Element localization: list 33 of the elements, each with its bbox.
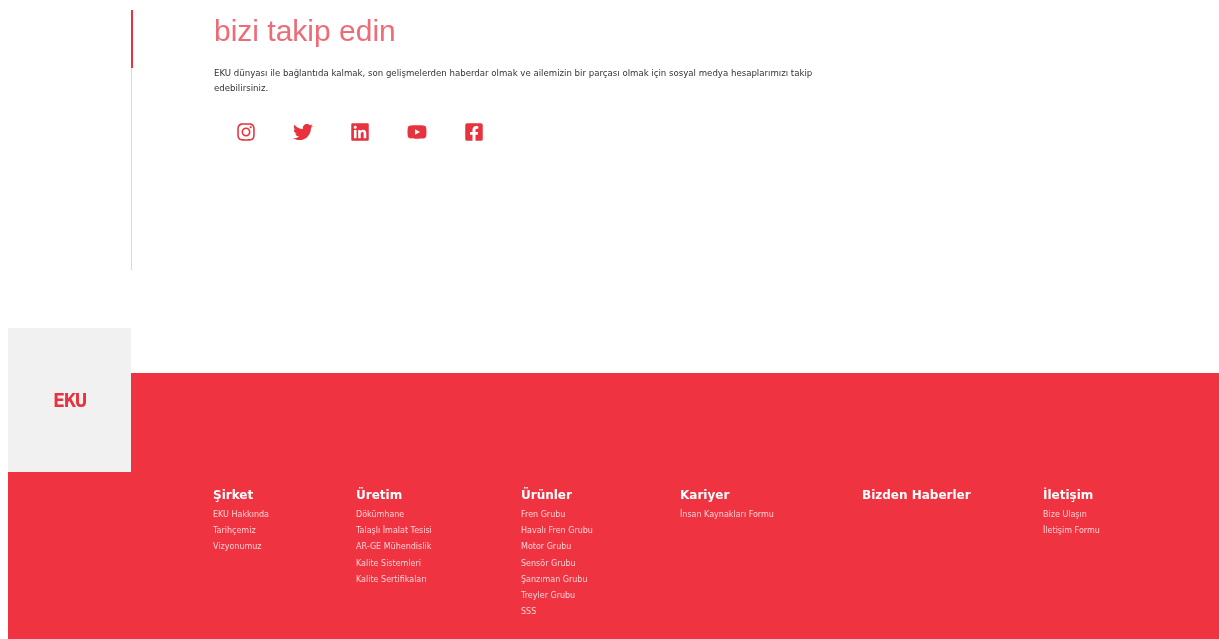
linkedin-icon[interactable]	[350, 122, 370, 142]
logo[interactable]: EKU	[52, 388, 87, 412]
footer-link[interactable]: Kalite Sistemleri	[356, 555, 521, 572]
footer-heading: Bizden Haberler	[862, 488, 972, 502]
instagram-icon[interactable]	[236, 122, 256, 142]
intro-text: EKU dünyası ile bağlantıda kalmak, son gelişmelerden haberdar olmak ve ailemizin bir parçası olmak için sosyal medya hesaplarımızı takip edebilirsiniz.	[214, 67, 814, 95]
footer-link[interactable]: Havalı Fren Grubu	[521, 523, 680, 540]
footer-heading: İletişim	[1043, 488, 1095, 502]
footer-link[interactable]: Şanzıman Grubu	[521, 571, 680, 588]
footer-link[interactable]: Treyler Grubu	[521, 588, 680, 605]
footer-link[interactable]: EKU Hakkında	[213, 507, 356, 524]
footer-link[interactable]: Bize Ulaşın	[1043, 507, 1193, 524]
footer-link[interactable]: Fren Grubu	[521, 507, 680, 524]
footer-link[interactable]: Sensör Grubu	[521, 555, 680, 572]
facebook-icon[interactable]	[464, 122, 484, 142]
footer-heading: Şirket	[213, 488, 255, 502]
footer-link[interactable]: Motor Grubu	[521, 539, 680, 556]
footer-heading: Üretim	[356, 488, 404, 502]
footer-link[interactable]: Talaşlı İmalat Tesisi	[356, 523, 521, 540]
footer-link[interactable]: Kalite Sertifikaları	[356, 571, 521, 588]
footer-link[interactable]: İnsan Kaynakları Formu	[680, 507, 862, 524]
footer-link[interactable]: SSS	[521, 604, 680, 621]
footer-link[interactable]: Tarihçemiz	[213, 523, 356, 540]
footer-heading: Ürünler	[521, 488, 573, 502]
twitter-icon[interactable]	[293, 122, 313, 142]
footer-heading: Kariyer	[680, 488, 731, 502]
footer-link[interactable]: Dökümhane	[356, 507, 521, 524]
accent-bar	[131, 10, 133, 68]
section-title: bizi takip edin	[214, 13, 397, 48]
youtube-icon[interactable]	[407, 122, 427, 142]
footer-link[interactable]: İletişim Formu	[1043, 523, 1193, 540]
footer-link[interactable]: AR-GE Mühendislik	[356, 539, 521, 556]
footer-link[interactable]: Vizyonumuz	[213, 539, 356, 556]
